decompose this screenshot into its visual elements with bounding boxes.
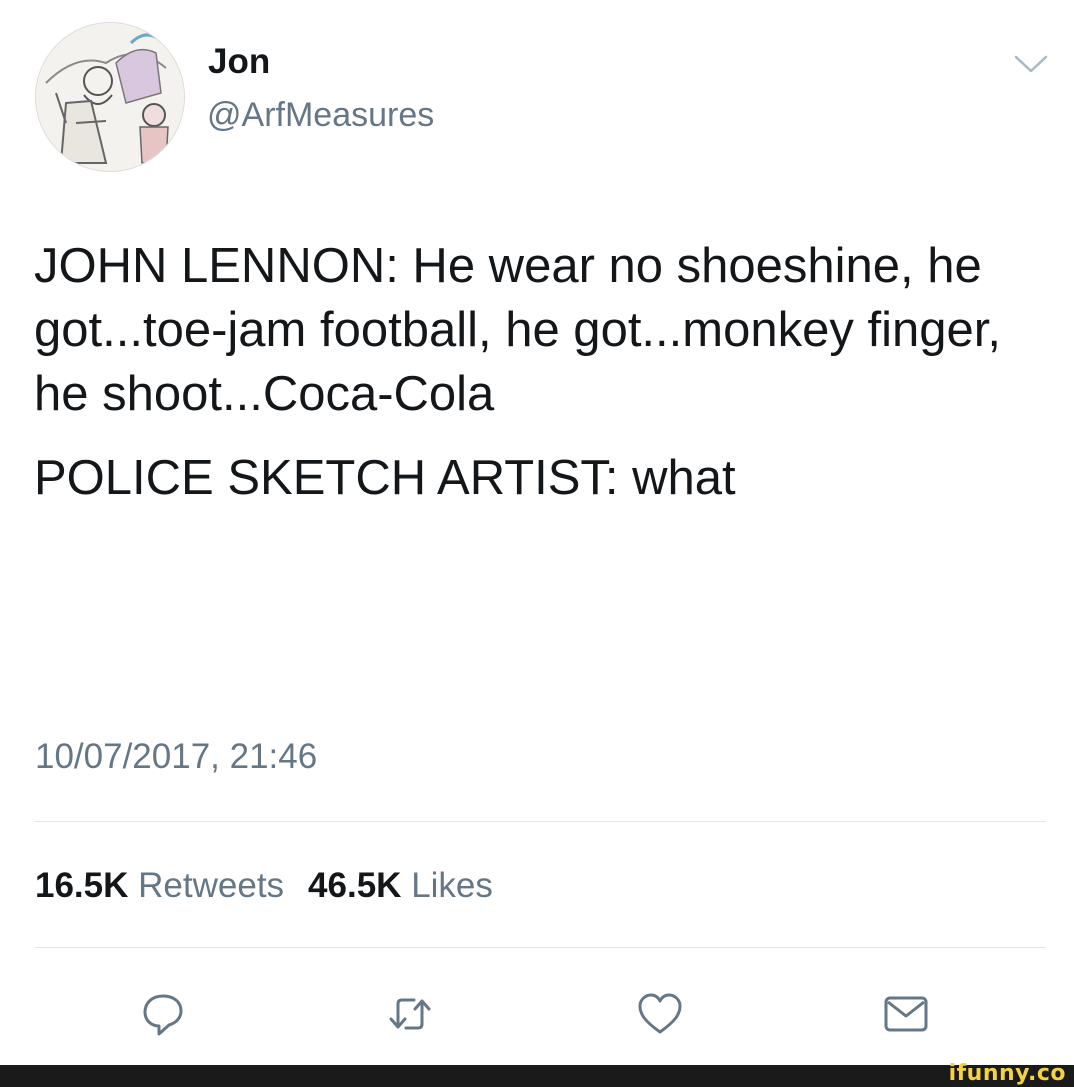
tweet-text: JOHN LENNON: He wear no shoeshine, he go… — [34, 234, 1044, 510]
tweet-paragraph: POLICE SKETCH ARTIST: what — [34, 451, 736, 505]
chevron-down-icon[interactable] — [1013, 52, 1049, 76]
tweet-stats: 16.5K Retweets 46.5K Likes — [35, 864, 493, 908]
likes-label: Likes — [411, 866, 493, 905]
likes-stat[interactable]: 46.5K Likes — [308, 866, 493, 905]
divider — [35, 821, 1046, 822]
watermark-bar: ifunny.co — [0, 1061, 1074, 1087]
like-icon[interactable] — [636, 990, 684, 1038]
message-icon[interactable] — [882, 990, 930, 1038]
author-handle[interactable]: @ArfMeasures — [207, 95, 434, 135]
author-display-name[interactable]: Jon — [208, 42, 270, 82]
retweet-icon[interactable] — [386, 990, 434, 1038]
retweets-count: 16.5K — [35, 866, 129, 905]
divider — [35, 947, 1046, 948]
tweet-timestamp[interactable]: 10/07/2017, 21:46 — [35, 735, 317, 779]
likes-count: 46.5K — [308, 866, 402, 905]
avatar-sketch-image — [36, 23, 184, 171]
retweets-label: Retweets — [138, 866, 285, 905]
tweet-paragraph: JOHN LENNON: He wear no shoeshine, he go… — [34, 239, 1001, 421]
avatar[interactable] — [35, 22, 185, 172]
watermark-logo: ifunny.co — [948, 1061, 1066, 1086]
reply-icon[interactable] — [139, 990, 187, 1038]
retweets-stat[interactable]: 16.5K Retweets — [35, 866, 284, 905]
